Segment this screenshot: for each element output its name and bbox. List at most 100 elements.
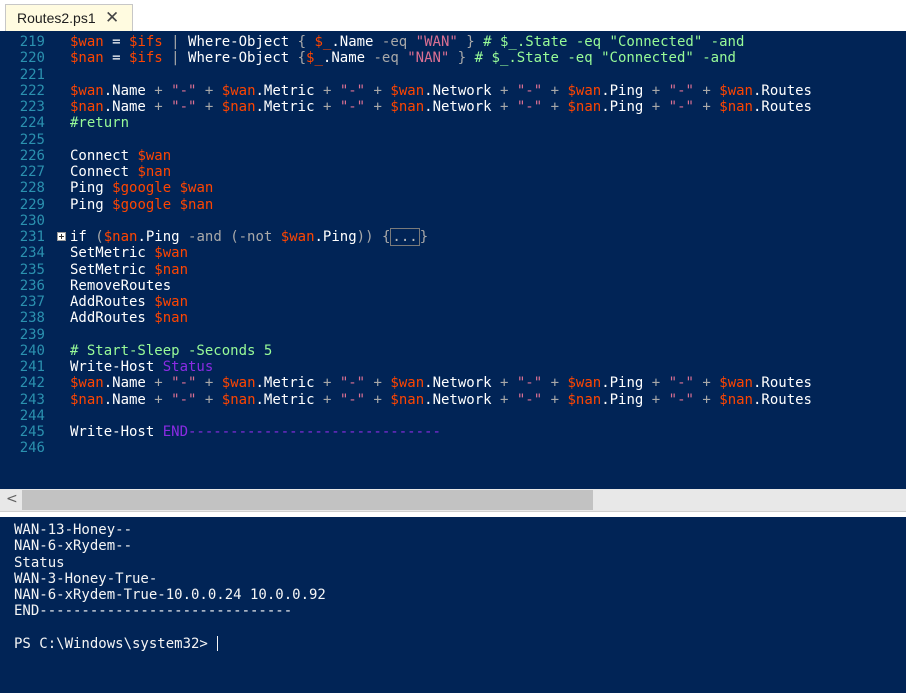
code-text: Ping $google $wan	[70, 180, 213, 196]
code-token: $nan	[390, 391, 425, 408]
code-token: $google	[112, 196, 172, 213]
code-token: +	[651, 375, 661, 392]
code-text: Connect $nan	[70, 164, 171, 180]
collapsed-region[interactable]: ...	[390, 228, 420, 246]
script-editor[interactable]: 219 $wan = $ifs | Where-Object { $_.Name …	[0, 31, 906, 489]
editor-line[interactable]: 222 $wan.Name + "-" + $wan.Metric + "-" +…	[0, 83, 906, 99]
code-token: +	[651, 99, 661, 115]
console-pane[interactable]: WAN-13-Honey-- NAN-6-xRydem-- Status WAN-3-…	[0, 517, 906, 693]
code-token: "-"	[516, 82, 543, 99]
code-token: $nan	[137, 164, 172, 180]
editor-line[interactable]: 236 RemoveRoutes	[0, 278, 906, 294]
editor-line[interactable]: 242 $wan.Name + "-" + $wan.Metric + "-" +…	[0, 375, 906, 391]
close-tab-icon[interactable]: ✕	[105, 8, 119, 28]
code-token: Where-Object	[188, 34, 290, 50]
editor-line[interactable]: 224 #return	[0, 115, 906, 131]
code-token: +	[651, 82, 661, 99]
code-token: # Start-Sleep -Seconds 5	[70, 342, 273, 359]
editor-line[interactable]: 240 # Start-Sleep -Seconds 5	[0, 343, 906, 359]
editor-line[interactable]: 225	[0, 132, 906, 148]
code-token: "-"	[339, 391, 366, 408]
code-token: {	[289, 50, 307, 67]
scroll-left-icon[interactable]: <	[6, 491, 18, 507]
editor-line[interactable]: 235 SetMetric $nan	[0, 262, 906, 278]
code-token: (-not	[230, 229, 273, 245]
code-token: $nan	[154, 310, 189, 327]
editor-line[interactable]: 234 SetMetric $wan	[0, 245, 906, 261]
console-prompt[interactable]: PS C:\Windows\system32>	[14, 635, 219, 652]
line-number: 227	[19, 164, 45, 180]
code-token: Write-Host	[70, 359, 163, 375]
editor-line[interactable]: 223 $nan.Name + "-" + $nan.Metric + "-" +…	[0, 99, 906, 115]
line-number: 239	[19, 326, 45, 343]
code-token: $google	[112, 180, 172, 197]
code-token: +	[550, 99, 560, 115]
line-number: 241	[19, 359, 45, 375]
code-text: $wan.Name + "-" + $wan.Metric + "-" + $w…	[70, 83, 812, 99]
editor-line[interactable]: 220 $nan = $ifs | Where-Object {$_.Name -…	[0, 50, 906, 66]
expand-fold-icon[interactable]	[57, 232, 66, 241]
code-token: $nan	[70, 50, 104, 67]
tab-routes2-ps1[interactable]: Routes2.ps1 ✕	[5, 4, 133, 31]
code-token: $nan	[221, 391, 256, 408]
code-text: if ($nan.Ping -and (-not $wan.Ping)) {..…	[70, 228, 429, 246]
output-text: WAN-13-Honey--	[14, 522, 133, 538]
code-token: |	[162, 34, 189, 50]
code-token: .Ping	[137, 229, 189, 245]
code-token: .Network	[424, 375, 500, 392]
editor-line[interactable]: 231 if ($nan.Ping -and (-not $wan.Ping)) …	[0, 228, 906, 246]
editor-line[interactable]: 239	[0, 327, 906, 343]
console-output-line: WAN-3-Honey-True-	[14, 571, 157, 587]
editor-line[interactable]: 221	[0, 67, 906, 83]
editor-line[interactable]: 228 Ping $google $wan	[0, 180, 906, 196]
editor-line[interactable]: 243 $nan.Name + "-" + $nan.Metric + "-" +…	[0, 392, 906, 408]
code-token: +	[154, 391, 163, 408]
editor-line[interactable]: 229 Ping $google $nan	[0, 197, 906, 213]
editor-line[interactable]: 230	[0, 213, 906, 229]
code-token: +	[702, 375, 711, 392]
code-token: "-"	[171, 82, 197, 99]
code-token: $nan	[70, 99, 104, 115]
editor-line[interactable]: 227 Connect $nan	[0, 164, 906, 180]
code-token: "-"	[171, 391, 197, 408]
code-token: }	[419, 229, 429, 245]
code-token: $wan	[567, 82, 602, 99]
editor-line[interactable]: 219 $wan = $ifs | Where-Object { $_.Name …	[0, 34, 906, 50]
code-token: Connect	[70, 147, 138, 164]
code-text: RemoveRoutes	[70, 278, 171, 294]
editor-line[interactable]: 245 Write-Host END-----------------------…	[0, 424, 906, 440]
editor-line[interactable]: 226 Connect $wan	[0, 148, 906, 164]
console-output-line: NAN-6-xRydem-True-10.0.0.24 10.0.0.92	[14, 587, 326, 603]
code-token: .Network	[424, 99, 500, 115]
editor-line[interactable]: 238 AddRoutes $nan	[0, 310, 906, 326]
editor-line[interactable]: 241 Write-Host Status	[0, 359, 906, 375]
horizontal-scrollbar[interactable]: <	[0, 489, 906, 511]
line-number: 225	[19, 131, 45, 148]
scrollbar-thumb[interactable]	[22, 490, 593, 510]
editor-line[interactable]: 246	[0, 440, 906, 456]
editor-line[interactable]: 237 AddRoutes $wan	[0, 294, 906, 310]
editor-line[interactable]: 244	[0, 408, 906, 424]
code-token: $wan	[70, 375, 104, 392]
output-text: NAN-6-xRydem-True-10.0.0.24 10.0.0.92	[14, 587, 326, 603]
code-token: $wan	[137, 147, 172, 164]
code-token: Status	[162, 359, 214, 375]
output-text: END------------------------------	[14, 603, 293, 620]
text-cursor	[217, 635, 219, 651]
code-token: "-"	[339, 99, 366, 115]
tab-title: Routes2.ps1	[17, 10, 96, 26]
